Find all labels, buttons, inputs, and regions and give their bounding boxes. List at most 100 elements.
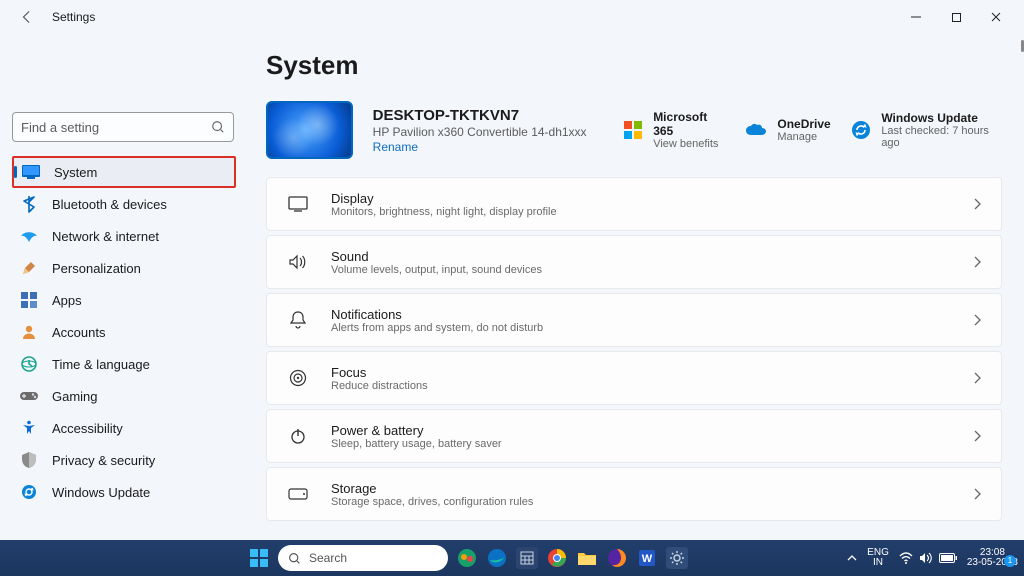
device-thumbnail[interactable] xyxy=(266,101,353,159)
card-title: Notifications xyxy=(331,307,951,322)
card-sub: Monitors, brightness, night light, displ… xyxy=(331,206,951,218)
titlebar: Settings xyxy=(0,0,1024,34)
focus-icon xyxy=(287,367,309,389)
main-content: System DESKTOP-TKTKVN7 HP Pavilion x360 … xyxy=(248,34,1024,540)
search-input[interactable]: Find a setting xyxy=(12,112,234,142)
card-title: Focus xyxy=(331,365,951,380)
card-sub: Alerts from apps and system, do not dist… xyxy=(331,322,951,334)
back-button[interactable] xyxy=(16,6,38,28)
service-windowsupdate[interactable]: Windows Update Last checked: 7 hours ago xyxy=(851,111,1002,149)
tray-volume-icon[interactable] xyxy=(919,552,933,564)
card-sub: Volume levels, output, input, sound devi… xyxy=(331,264,951,276)
device-header: DESKTOP-TKTKVN7 HP Pavilion x360 Convert… xyxy=(266,101,1002,159)
minimize-button[interactable] xyxy=(896,2,936,32)
sidebar-item-gaming[interactable]: Gaming xyxy=(12,380,236,412)
onedrive-icon xyxy=(745,119,767,141)
system-icon xyxy=(22,163,40,181)
update-icon xyxy=(20,483,38,501)
time-icon xyxy=(20,355,38,373)
sidebar-item-label: Personalization xyxy=(52,261,141,276)
service-sub: View benefits xyxy=(653,138,725,150)
sidebar-item-system[interactable]: System xyxy=(12,156,236,188)
search-icon xyxy=(288,552,301,565)
sidebar: Find a setting System Bluetooth & device… xyxy=(0,34,248,540)
taskbar-app-firefox[interactable] xyxy=(606,547,628,569)
taskbar-app-chrome[interactable] xyxy=(546,547,568,569)
close-button[interactable] xyxy=(976,2,1016,32)
device-rename-link[interactable]: Rename xyxy=(373,140,603,154)
sidebar-item-apps[interactable]: Apps xyxy=(12,284,236,316)
taskbar-app-explorer[interactable] xyxy=(576,547,598,569)
card-title: Storage xyxy=(331,481,951,496)
card-title: Display xyxy=(331,191,951,206)
sidebar-item-label: Bluetooth & devices xyxy=(52,197,167,212)
window-title: Settings xyxy=(52,10,95,24)
apps-icon xyxy=(20,291,38,309)
service-microsoft365[interactable]: Microsoft 365 View benefits xyxy=(623,110,726,150)
sidebar-item-bluetooth[interactable]: Bluetooth & devices xyxy=(12,188,236,220)
card-storage[interactable]: Storage Storage space, drives, configura… xyxy=(266,467,1002,521)
start-button[interactable] xyxy=(248,547,270,569)
sidebar-item-label: Gaming xyxy=(52,389,98,404)
service-title: Microsoft 365 xyxy=(653,110,725,138)
taskbar-app-word[interactable]: W xyxy=(636,547,658,569)
sidebar-item-accessibility[interactable]: Accessibility xyxy=(12,412,236,444)
notification-badge[interactable]: 1 xyxy=(1004,555,1016,567)
taskbar: Search W ENG IN 23:08 23-05-2023 1 xyxy=(0,540,1024,576)
sidebar-nav: System Bluetooth & devices Network & int… xyxy=(12,156,236,508)
tray-battery-icon[interactable] xyxy=(939,553,957,563)
chevron-right-icon xyxy=(973,372,981,384)
card-title: Power & battery xyxy=(331,423,951,438)
card-title: Sound xyxy=(331,249,951,264)
chevron-right-icon xyxy=(973,430,981,442)
network-icon xyxy=(20,227,38,245)
settings-cards: Display Monitors, brightness, night ligh… xyxy=(266,177,1002,521)
personalization-icon xyxy=(20,259,38,277)
notifications-icon xyxy=(287,309,309,331)
tray-language[interactable]: ENG IN xyxy=(867,548,889,569)
service-sub: Manage xyxy=(777,131,830,143)
sidebar-item-label: Network & internet xyxy=(52,229,159,244)
card-sub: Reduce distractions xyxy=(331,380,951,392)
sidebar-item-update[interactable]: Windows Update xyxy=(12,476,236,508)
page-title: System xyxy=(266,50,1002,81)
taskbar-app-calculator[interactable] xyxy=(516,547,538,569)
windowsupdate-icon xyxy=(851,119,872,141)
maximize-button[interactable] xyxy=(936,2,976,32)
chevron-right-icon xyxy=(973,314,981,326)
storage-icon xyxy=(287,483,309,505)
taskbar-search-label: Search xyxy=(309,551,347,565)
tray-chevron-up-icon[interactable] xyxy=(847,554,857,562)
card-display[interactable]: Display Monitors, brightness, night ligh… xyxy=(266,177,1002,231)
taskbar-search[interactable]: Search xyxy=(278,545,448,571)
sound-icon xyxy=(287,251,309,273)
sidebar-item-accounts[interactable]: Accounts xyxy=(12,316,236,348)
tray-language-line2: IN xyxy=(873,558,883,569)
card-power[interactable]: Power & battery Sleep, battery usage, ba… xyxy=(266,409,1002,463)
sidebar-item-network[interactable]: Network & internet xyxy=(12,220,236,252)
sidebar-item-label: Apps xyxy=(52,293,82,308)
service-sub: Last checked: 7 hours ago xyxy=(881,125,1002,149)
accounts-icon xyxy=(20,323,38,341)
tray-wifi-icon[interactable] xyxy=(899,552,913,564)
sidebar-item-personalization[interactable]: Personalization xyxy=(12,252,236,284)
card-notifications[interactable]: Notifications Alerts from apps and syste… xyxy=(266,293,1002,347)
taskbar-app-copilot[interactable] xyxy=(456,547,478,569)
sidebar-item-label: Accounts xyxy=(52,325,105,340)
accessibility-icon xyxy=(20,419,38,437)
sidebar-item-time[interactable]: Time & language xyxy=(12,348,236,380)
card-focus[interactable]: Focus Reduce distractions xyxy=(266,351,1002,405)
sidebar-item-label: Accessibility xyxy=(52,421,123,436)
taskbar-app-edge[interactable] xyxy=(486,547,508,569)
device-name: DESKTOP-TKTKVN7 xyxy=(373,107,603,124)
device-model: HP Pavilion x360 Convertible 14-dh1xxx xyxy=(373,125,603,139)
card-sound[interactable]: Sound Volume levels, output, input, soun… xyxy=(266,235,1002,289)
sidebar-item-privacy[interactable]: Privacy & security xyxy=(12,444,236,476)
service-title: Windows Update xyxy=(881,111,1002,125)
service-onedrive[interactable]: OneDrive Manage xyxy=(745,117,830,143)
microsoft365-icon xyxy=(623,119,644,141)
taskbar-app-settings[interactable] xyxy=(666,547,688,569)
chevron-right-icon xyxy=(973,256,981,268)
chevron-right-icon xyxy=(973,488,981,500)
search-icon xyxy=(211,120,225,134)
